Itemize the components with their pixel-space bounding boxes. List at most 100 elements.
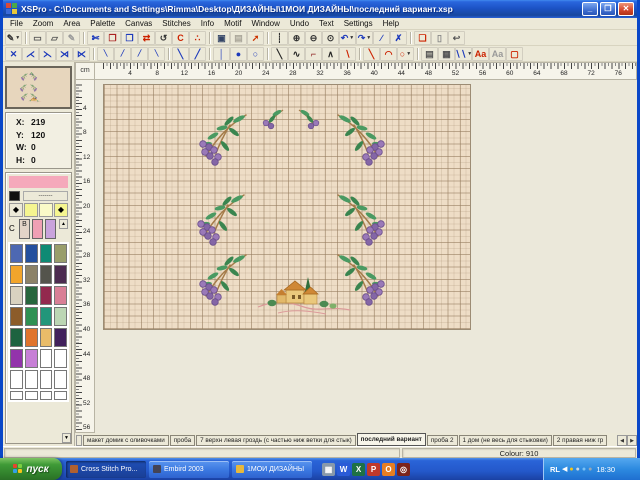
separator[interactable]: ▼: [206, 47, 213, 61]
print-button[interactable]: ▤ ▼: [230, 31, 247, 45]
line-pen-button[interactable]: ∕ ▼: [373, 31, 390, 45]
undo-button[interactable]: ↶ ▼: [339, 31, 356, 45]
pattern-dots-button[interactable]: ∴ ▼: [189, 31, 206, 45]
palette-swatch[interactable]: [10, 265, 23, 284]
arc-stitch-button[interactable]: ◠ ▼: [380, 47, 397, 61]
separator[interactable]: ▼: [356, 47, 363, 61]
palette-swatch[interactable]: [10, 307, 23, 326]
three-quarter-cross-3-button[interactable]: ⋊ ▼: [56, 47, 73, 61]
restore-button[interactable]: ❐: [600, 2, 616, 16]
tray-network-icon[interactable]: ●: [582, 466, 586, 473]
tray-gray-icon[interactable]: ●: [576, 466, 580, 473]
word-icon[interactable]: W: [337, 463, 350, 476]
palette-swatch[interactable]: [10, 349, 23, 368]
palette-swatch[interactable]: [54, 265, 67, 284]
copy-page-button[interactable]: ❏ ▼: [414, 31, 431, 45]
palette-swatch[interactable]: [40, 370, 53, 389]
start-button[interactable]: пуск: [0, 458, 62, 480]
palette-swatch[interactable]: [40, 328, 53, 347]
menu-item[interactable]: Zoom: [28, 19, 58, 28]
app-red-icon[interactable]: P: [367, 463, 380, 476]
palette-swatch[interactable]: [54, 370, 67, 389]
edit-select-button[interactable]: ✎ ▼: [63, 31, 80, 45]
quarter-stitch-se-button[interactable]: ╲ ▼: [148, 47, 165, 61]
palette-swatch[interactable]: [54, 286, 67, 305]
half-stitch-forward-button[interactable]: ╱ ▼: [189, 47, 206, 61]
marquee-button[interactable]: ▢ ▼: [506, 47, 523, 61]
menu-item[interactable]: Undo: [285, 19, 314, 28]
palette-swatch[interactable]: [10, 391, 23, 400]
redo-button[interactable]: ↷ ▼: [356, 31, 373, 45]
menu-item[interactable]: Info: [196, 19, 219, 28]
paste-button[interactable]: ❒ ▼: [121, 31, 138, 45]
yellow-selected-swatch[interactable]: [24, 203, 38, 217]
diamond-dark-button[interactable]: ◆: [9, 203, 23, 217]
palette-scroll-down-button[interactable]: ▼: [62, 433, 71, 443]
palette-swatch[interactable]: [25, 391, 38, 400]
fabric-color-swatch[interactable]: [9, 176, 68, 188]
palette-swatch[interactable]: [10, 244, 23, 263]
design-tab[interactable]: последний вариант: [357, 433, 426, 446]
display-app-icon[interactable]: ▦: [322, 463, 335, 476]
zoom-out-button[interactable]: ⊖ ▼: [305, 31, 322, 45]
corner-backstitch-button[interactable]: ⌐ ▼: [305, 47, 322, 61]
separator[interactable]: ▼: [407, 31, 414, 45]
mirror-button[interactable]: ⇄ ▼: [138, 31, 155, 45]
tray-shield-icon[interactable]: ●: [588, 466, 592, 473]
text-tool-alt-button[interactable]: Aa ▼: [489, 47, 506, 61]
separator[interactable]: ▼: [165, 47, 172, 61]
palette-swatch[interactable]: [40, 286, 53, 305]
design-tab[interactable]: 2 правая ниж гр: [553, 435, 607, 446]
design-preview[interactable]: [5, 66, 72, 109]
separator[interactable]: ▼: [80, 31, 87, 45]
language-indicator[interactable]: RL: [550, 465, 560, 474]
palette-swatch[interactable]: [40, 244, 53, 263]
app-darkred-icon[interactable]: ◎: [397, 463, 410, 476]
zoom-in-button[interactable]: ⊕ ▼: [288, 31, 305, 45]
palette-swatch[interactable]: [25, 370, 38, 389]
palette-swatch[interactable]: [25, 328, 38, 347]
thick-backstitch-button[interactable]: ╲ ▼: [363, 47, 380, 61]
draw-tool-button[interactable]: ✎ ▼: [5, 31, 22, 45]
tab-scroll-right-button[interactable]: ▶: [627, 435, 637, 446]
quarter-stitch-sw-button[interactable]: ╱ ▼: [131, 47, 148, 61]
chevron-left-icon[interactable]: ◀: [562, 466, 567, 473]
vertical-stitch-button[interactable]: │ ▼: [213, 47, 230, 61]
separator[interactable]: ▼: [206, 31, 213, 45]
design-tab[interactable]: макет домик с оливочками: [83, 435, 169, 446]
palette-swatch[interactable]: [10, 328, 23, 347]
palette-swatch[interactable]: [40, 307, 53, 326]
palette-swatch[interactable]: [54, 307, 67, 326]
separator[interactable]: ▼: [22, 31, 29, 45]
palette-swatch[interactable]: [10, 370, 23, 389]
menu-item[interactable]: Canvas: [120, 19, 157, 28]
menu-item[interactable]: Settings: [339, 19, 378, 28]
curve-backstitch-button[interactable]: ∿ ▼: [288, 47, 305, 61]
delete-stitch-button[interactable]: ✗ ▼: [390, 31, 407, 45]
menu-item[interactable]: Palette: [85, 19, 120, 28]
tab-home-button[interactable]: [76, 435, 82, 446]
palette-scroll-up-button[interactable]: ▲: [59, 219, 68, 229]
menu-item[interactable]: Area: [58, 19, 85, 28]
excel-icon[interactable]: X: [352, 463, 365, 476]
separator[interactable]: ▼: [264, 47, 271, 61]
menu-item[interactable]: Text: [314, 19, 339, 28]
design-tab[interactable]: 7 верхн левая гроздь (с частью ниж ветки…: [196, 435, 356, 446]
backstitch-red-button[interactable]: ∖ ▼: [339, 47, 356, 61]
three-quarter-cross-1-button[interactable]: ⋌ ▼: [22, 47, 39, 61]
menu-item[interactable]: Help: [378, 19, 404, 28]
separator[interactable]: ▼: [414, 47, 421, 61]
separator[interactable]: ▼: [264, 31, 271, 45]
palette-swatch[interactable]: [32, 219, 43, 239]
palette-swatch[interactable]: [25, 244, 38, 263]
minimize-button[interactable]: _: [582, 2, 598, 16]
poly-select-button[interactable]: ▱ ▼: [46, 31, 63, 45]
screen-preview-button[interactable]: ▣ ▼: [213, 31, 230, 45]
pale-yellow-swatch[interactable]: [39, 203, 53, 217]
quarter-stitch-ne-button[interactable]: ╱ ▼: [114, 47, 131, 61]
tab-scroll-left-button[interactable]: ◀: [617, 435, 627, 446]
palette-swatch[interactable]: [25, 307, 38, 326]
backstitch-button[interactable]: ╲ ▼: [271, 47, 288, 61]
bead-button[interactable]: ○ ▼: [247, 47, 264, 61]
current-color-swatch[interactable]: [9, 191, 20, 201]
